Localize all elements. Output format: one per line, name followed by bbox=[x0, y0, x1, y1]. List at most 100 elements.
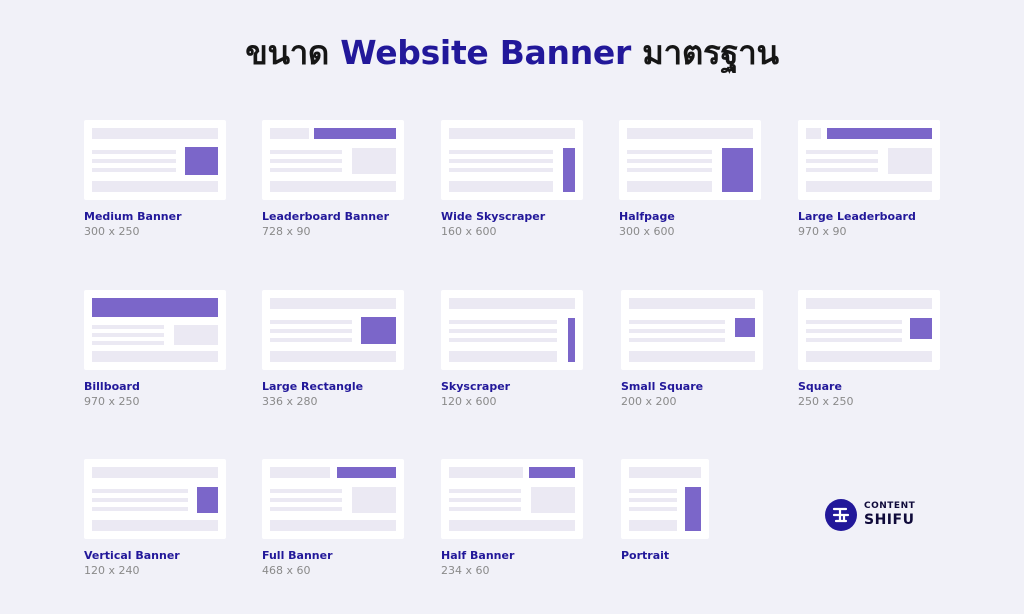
banner-placement bbox=[827, 128, 932, 139]
content-placeholder bbox=[449, 498, 521, 502]
logo-text-line2: SHIFU bbox=[864, 512, 915, 528]
content-placeholder bbox=[627, 150, 712, 154]
content-placeholder bbox=[806, 168, 878, 172]
content-placeholder bbox=[449, 159, 553, 163]
content-placeholder bbox=[270, 320, 352, 324]
content-placeholder bbox=[629, 338, 725, 342]
content-placeholder bbox=[449, 467, 523, 478]
content-placeholder bbox=[270, 351, 396, 362]
content-placeholder bbox=[270, 298, 396, 309]
content-placeholder bbox=[92, 467, 218, 478]
content-placeholder bbox=[627, 181, 712, 192]
banner-size: 300 x 600 bbox=[619, 225, 675, 238]
banner-placement bbox=[910, 318, 932, 339]
content-placeholder bbox=[92, 498, 188, 502]
content-placeholder bbox=[449, 320, 557, 324]
content-placeholder bbox=[174, 325, 218, 345]
banner-name: Square bbox=[798, 380, 842, 393]
content-placeholder bbox=[92, 507, 188, 511]
content-placeholder bbox=[270, 338, 352, 342]
content-placeholder bbox=[449, 520, 575, 531]
banner-size: 120 x 240 bbox=[84, 564, 140, 577]
content-placeholder bbox=[270, 489, 342, 493]
content-placeholder bbox=[629, 467, 701, 478]
content-placeholder bbox=[449, 298, 575, 309]
content-placeholder bbox=[92, 150, 176, 154]
content-placeholder bbox=[92, 351, 218, 362]
content-placeholder bbox=[352, 487, 396, 513]
banner-placement bbox=[722, 148, 753, 192]
content-placeholder bbox=[888, 148, 932, 174]
banner-placement bbox=[361, 317, 396, 344]
content-placeholder bbox=[449, 168, 553, 172]
banner-size: 160 x 600 bbox=[441, 225, 497, 238]
banner-placement bbox=[568, 318, 575, 362]
banner-diagram bbox=[262, 290, 404, 370]
content-placeholder bbox=[629, 507, 677, 511]
banner-size: 200 x 200 bbox=[621, 395, 677, 408]
content-placeholder bbox=[449, 507, 521, 511]
banner-size: 468 x 60 bbox=[262, 564, 311, 577]
banner-diagram bbox=[262, 120, 404, 200]
banner-name: Portrait bbox=[621, 549, 670, 562]
content-placeholder bbox=[270, 520, 396, 531]
content-placeholder bbox=[629, 489, 677, 493]
content-placeholder bbox=[270, 507, 342, 511]
content-placeholder bbox=[449, 351, 557, 362]
content-placeholder bbox=[270, 159, 342, 163]
content-placeholder bbox=[627, 159, 712, 163]
banner-diagram bbox=[84, 120, 226, 200]
banner-name: Wide Skyscraper bbox=[441, 210, 546, 223]
content-placeholder bbox=[806, 351, 932, 362]
banner-name: Half Banner bbox=[441, 549, 515, 562]
content-placeholder bbox=[629, 329, 725, 333]
banner-diagram bbox=[798, 290, 940, 370]
banner-name: Medium Banner bbox=[84, 210, 182, 223]
banner-size: 300 x 250 bbox=[84, 225, 140, 238]
content-placeholder bbox=[92, 341, 164, 345]
content-placeholder bbox=[92, 333, 164, 337]
content-placeholder bbox=[352, 148, 396, 174]
banner-diagram bbox=[621, 290, 763, 370]
banner-placement bbox=[563, 148, 575, 192]
content-placeholder bbox=[629, 351, 755, 362]
content-placeholder bbox=[270, 498, 342, 502]
banner-name: Halfpage bbox=[619, 210, 675, 223]
content-placeholder bbox=[92, 325, 164, 329]
content-placeholder bbox=[806, 181, 932, 192]
content-placeholder bbox=[806, 298, 932, 309]
content-placeholder bbox=[629, 498, 677, 502]
banner-diagram bbox=[798, 120, 940, 200]
title-highlight: Website Banner bbox=[340, 33, 631, 72]
banner-name: Skyscraper bbox=[441, 380, 511, 393]
banner-size: 250 x 250 bbox=[798, 395, 854, 408]
content-placeholder bbox=[92, 489, 188, 493]
content-placeholder bbox=[806, 128, 821, 139]
banner-name: Vertical Banner bbox=[84, 549, 180, 562]
content-placeholder bbox=[270, 168, 342, 172]
banner-name: Small Square bbox=[621, 380, 704, 393]
banner-name: Billboard bbox=[84, 380, 140, 393]
banner-placement bbox=[529, 467, 575, 478]
content-placeholder bbox=[270, 150, 342, 154]
content-placeholder bbox=[627, 128, 753, 139]
banner-diagram bbox=[262, 459, 404, 539]
logo-text-line1: CONTENT bbox=[864, 501, 916, 511]
content-placeholder bbox=[806, 150, 878, 154]
content-placeholder bbox=[449, 181, 553, 192]
banner-size: 970 x 250 bbox=[84, 395, 140, 408]
banner-size: 728 x 90 bbox=[262, 225, 311, 238]
content-placeholder bbox=[449, 329, 557, 333]
content-placeholder bbox=[627, 168, 712, 172]
content-shifu-logo: CONTENT SHIFU bbox=[825, 497, 935, 533]
banner-placement bbox=[185, 147, 218, 175]
banner-name: Large Leaderboard bbox=[798, 210, 916, 223]
content-placeholder bbox=[629, 298, 755, 309]
banner-diagram bbox=[441, 120, 583, 200]
banner-placement bbox=[197, 487, 218, 513]
content-placeholder bbox=[449, 128, 575, 139]
banner-placement bbox=[337, 467, 396, 478]
page-title: ขนาด Website Banner มาตรฐาน bbox=[245, 33, 779, 72]
banner-name: Leaderboard Banner bbox=[262, 210, 389, 223]
banner-placement bbox=[735, 318, 755, 337]
